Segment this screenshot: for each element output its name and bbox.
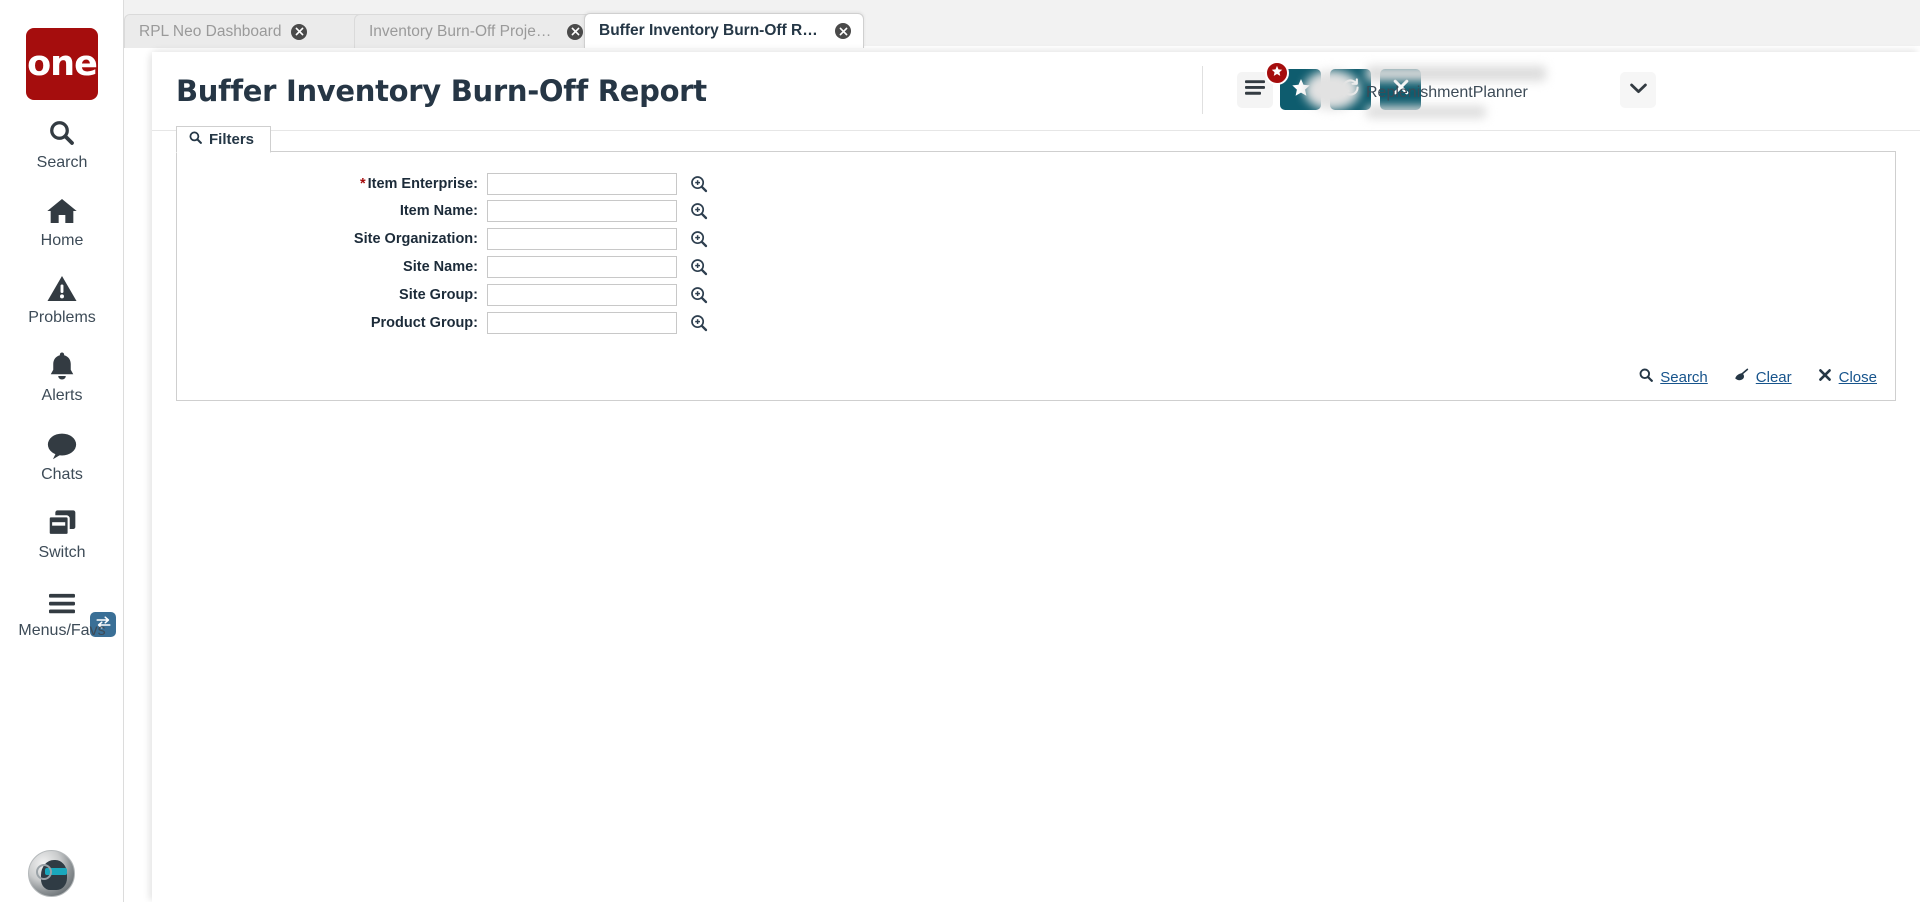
- field-label: Product Group:: [370, 315, 478, 331]
- chat-bubble-icon: [46, 420, 78, 460]
- x-icon: [1818, 368, 1832, 386]
- sidebar-item-label: Alerts: [41, 387, 83, 404]
- item-name-input[interactable]: [487, 200, 677, 222]
- sidebar-item-switch[interactable]: Switch: [0, 498, 124, 562]
- favorites-badge[interactable]: [1265, 61, 1289, 85]
- tab-buffer-inventory-burn-off-report[interactable]: Buffer Inventory Burn-Off Report: [584, 13, 864, 48]
- close-button-label: Close: [1838, 368, 1877, 386]
- search-button-label: Search: [1660, 368, 1708, 386]
- user-name-redacted: [1366, 66, 1546, 81]
- field-row-site-name: Site Name:: [177, 256, 1177, 280]
- user-menu[interactable]: ReplenishmentPlanner: [1304, 62, 1614, 120]
- content-area: Filters * Item Enterprise: Item Name: Si…: [152, 126, 1920, 902]
- avatar[interactable]: [28, 850, 75, 897]
- site-organization-lookup-icon[interactable]: [690, 230, 708, 248]
- sidebar-item-label: Problems: [28, 309, 96, 326]
- header-divider: [1202, 66, 1203, 114]
- field-row-product-group: Product Group:: [177, 312, 1177, 336]
- user-avatar-placeholder: [1304, 70, 1360, 110]
- field-row-site-organization: Site Organization:: [177, 228, 1177, 252]
- warning-triangle-icon: [46, 263, 78, 303]
- site-organization-input[interactable]: [487, 228, 677, 250]
- one-logo[interactable]: one: [26, 28, 98, 100]
- clear-button[interactable]: Clear: [1734, 368, 1792, 386]
- hamburger-icon: [1244, 79, 1266, 101]
- site-name-input[interactable]: [487, 256, 677, 278]
- sidebar-item-home[interactable]: Home: [0, 186, 124, 250]
- product-group-lookup-icon[interactable]: [690, 314, 708, 332]
- browser-tab-strip: RPL Neo Dashboard Inventory Burn-Off Pro…: [124, 0, 1920, 48]
- one-logo-text: one: [27, 43, 98, 84]
- search-icon: [1639, 368, 1654, 386]
- item-enterprise-input[interactable]: [487, 173, 677, 195]
- close-circle-icon[interactable]: [835, 23, 851, 39]
- item-enterprise-lookup-icon[interactable]: [690, 175, 708, 193]
- sidebar-item-alerts[interactable]: Alerts: [0, 341, 124, 405]
- broom-icon: [1734, 368, 1749, 386]
- home-icon: [46, 186, 78, 226]
- clear-button-label: Clear: [1755, 368, 1792, 386]
- site-group-lookup-icon[interactable]: [690, 286, 708, 304]
- sidebar-item-label: Menus/Favs: [18, 622, 106, 639]
- switch-windows-icon: [46, 498, 78, 538]
- field-label: Item Name:: [399, 203, 478, 219]
- tab-rpl-neo-dashboard[interactable]: RPL Neo Dashboard: [124, 14, 366, 48]
- page-header: Buffer Inventory Burn-Off Report Repleni…: [152, 52, 1920, 131]
- page-card: Buffer Inventory Burn-Off Report Repleni…: [152, 52, 1920, 902]
- sidebar-item-menus-favs[interactable]: Menus/Favs: [0, 576, 124, 640]
- field-label: Site Name:: [403, 259, 478, 275]
- page-title: Buffer Inventory Burn-Off Report: [176, 74, 707, 108]
- sidebar-item-search[interactable]: Search: [0, 108, 124, 172]
- search-button[interactable]: Search: [1639, 368, 1708, 386]
- item-name-lookup-icon[interactable]: [690, 202, 708, 220]
- sidebar-item-label: Home: [40, 232, 84, 249]
- product-group-input[interactable]: [487, 312, 677, 334]
- sidebar-item-chats[interactable]: Chats: [0, 420, 124, 484]
- required-marker: *: [359, 176, 366, 192]
- tab-label: Inventory Burn-Off Projected Inv...: [369, 22, 557, 40]
- bell-icon: [48, 341, 76, 381]
- search-icon: [47, 108, 77, 148]
- close-button[interactable]: Close: [1818, 368, 1877, 386]
- site-name-lookup-icon[interactable]: [690, 258, 708, 276]
- filter-actions: Search Clear Close: [1639, 368, 1877, 386]
- sidebar-item-problems[interactable]: Problems: [0, 263, 124, 327]
- user-menu-toggle[interactable]: [1620, 72, 1656, 108]
- search-icon: [189, 131, 202, 149]
- site-group-input[interactable]: [487, 284, 677, 306]
- field-label: * Item Enterprise:: [359, 176, 478, 192]
- tab-label: RPL Neo Dashboard: [139, 22, 282, 40]
- field-row-item-name: Item Name:: [177, 200, 1177, 224]
- star-icon: [1271, 64, 1283, 82]
- tab-label: Buffer Inventory Burn-Off Report: [599, 22, 825, 39]
- field-label: Site Group:: [399, 287, 478, 303]
- field-row-item-enterprise: * Item Enterprise:: [177, 173, 1177, 197]
- field-label: Site Organization:: [353, 231, 478, 247]
- filters-panel: Filters * Item Enterprise: Item Name: Si…: [176, 126, 1896, 401]
- user-company-redacted: [1366, 106, 1486, 118]
- tab-inventory-burn-off-projected-inv[interactable]: Inventory Burn-Off Projected Inv...: [354, 14, 596, 48]
- filters-tab[interactable]: Filters: [176, 126, 272, 153]
- close-circle-icon[interactable]: [567, 23, 583, 40]
- field-row-site-group: Site Group:: [177, 284, 1177, 308]
- sidebar-item-label: Switch: [38, 544, 86, 561]
- hamburger-icon: [46, 576, 78, 616]
- sidebar-item-label: Search: [36, 154, 88, 171]
- close-circle-icon[interactable]: [291, 23, 308, 40]
- left-nav-rail: one Search Home Problems Alerts Chats Sw…: [0, 0, 124, 902]
- filters-tab-label: Filters: [209, 131, 255, 148]
- sidebar-item-label: Chats: [41, 466, 83, 483]
- user-role-label: ReplenishmentPlanner: [1366, 84, 1528, 101]
- chevron-down-icon: [1629, 81, 1647, 99]
